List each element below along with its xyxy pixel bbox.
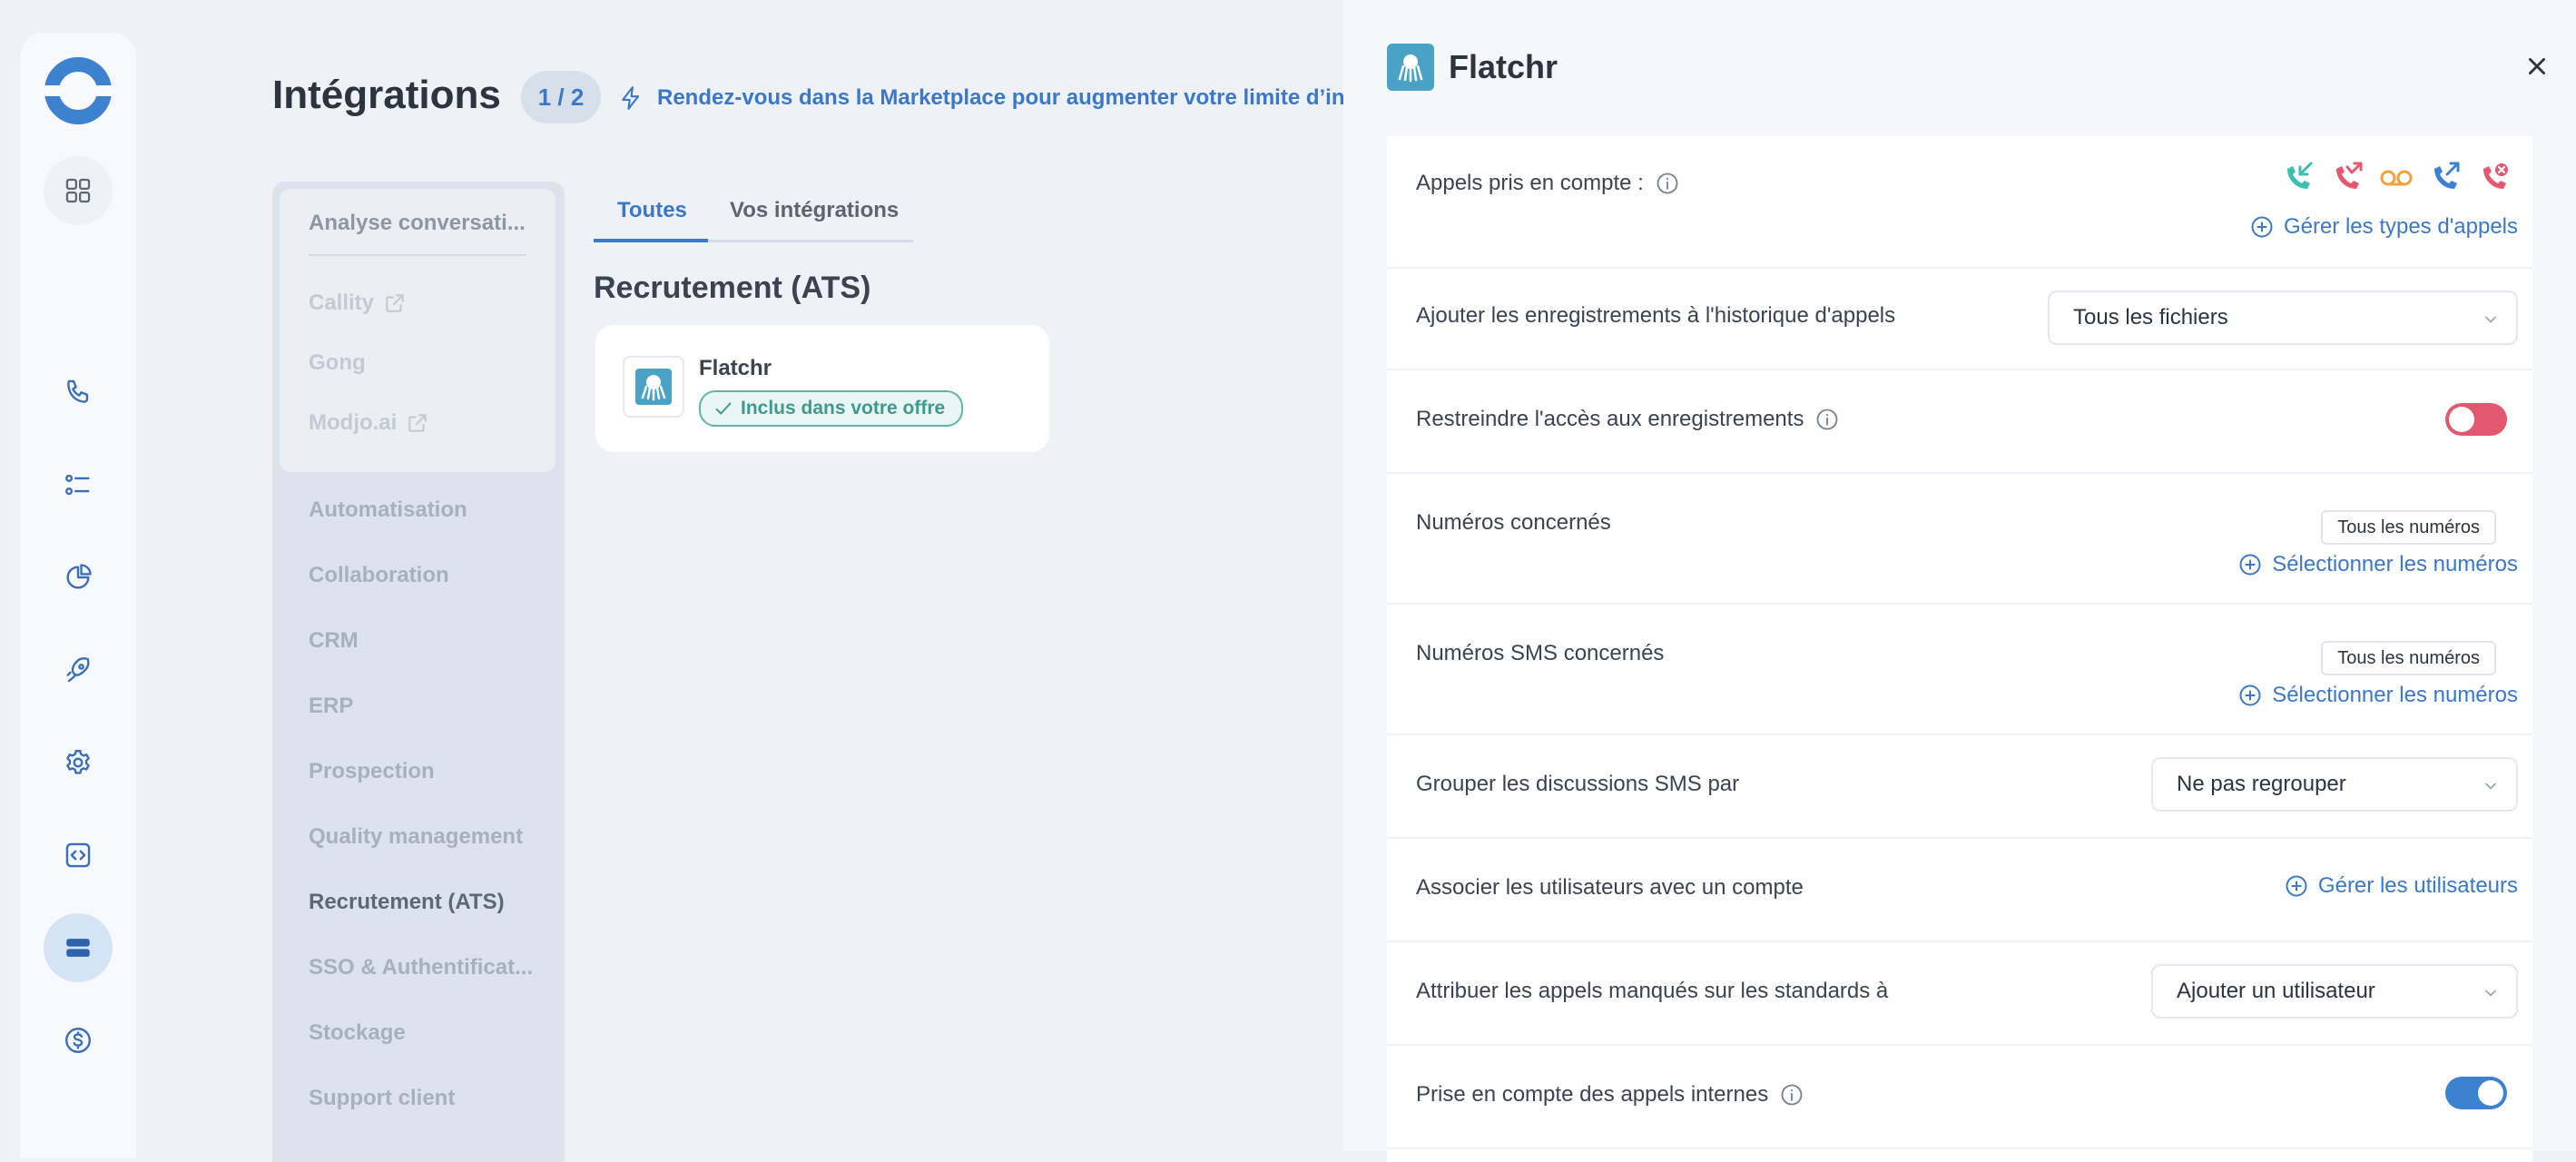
settings-list: Appels pris en compte : Gérer les types … — [1387, 136, 2532, 1162]
included-badge: Inclus dans votre offre — [699, 390, 964, 427]
drawer-title: Flatchr — [1449, 48, 1558, 85]
numbers-label: Numéros concernés — [1416, 510, 1611, 535]
category-crm[interactable]: CRM — [309, 628, 359, 654]
category-group-title[interactable]: Analyse conversati... — [309, 211, 526, 236]
active-tab-indicator — [594, 239, 708, 242]
lightning-icon — [622, 86, 640, 110]
row-sms-numbers: Numéros SMS concernés Tous les numéros S… — [1387, 603, 2532, 735]
category-support-client[interactable]: Support client — [309, 1086, 455, 1111]
info-icon[interactable] — [1655, 171, 1680, 196]
recordings-select[interactable]: Tous les fichiers — [2048, 290, 2518, 345]
rocket-icon[interactable] — [44, 635, 113, 704]
rejected-call-icon — [2483, 163, 2508, 189]
tab-toutes[interactable]: Toutes — [617, 198, 687, 223]
plus-circle-icon — [2239, 684, 2261, 706]
subcategory-gong[interactable]: Gong — [309, 350, 366, 376]
plus-circle-icon — [2286, 875, 2307, 897]
left-navigation-rail — [20, 33, 136, 1158]
row-missed-calls: Attribuer les appels manqués sur les sta… — [1387, 940, 2532, 1046]
manage-call-types-link[interactable]: Gérer les types d'appels — [2249, 214, 2518, 240]
row-associate-users: Associer les utilisateurs avec un compte… — [1387, 837, 2532, 942]
integration-drawer: Flatchr Appels pris en compte : Gérer le… — [1343, 0, 2576, 1162]
info-icon[interactable] — [1779, 1082, 1804, 1108]
chevron-down-icon — [2485, 990, 2496, 997]
tab-vos-integrations[interactable]: Vos intégrations — [730, 198, 899, 223]
external-link-icon — [386, 294, 404, 312]
category-erp[interactable]: ERP — [309, 694, 353, 719]
all-sms-numbers-chip: Tous les numéros — [2321, 641, 2496, 675]
subcategory-modjo[interactable]: Modjo.ai — [309, 410, 429, 436]
incoming-call-icon — [2287, 162, 2313, 189]
row-call-types: Appels pris en compte : Gérer les types … — [1387, 136, 2532, 269]
recordings-label: Ajouter les enregistrements à l'historiq… — [1416, 303, 1896, 328]
category-sso[interactable]: SSO & Authentificat... — [309, 955, 533, 980]
select-sms-numbers-link[interactable]: Sélectionner les numéros — [2237, 683, 2518, 708]
restrict-access-toggle[interactable] — [2445, 403, 2507, 436]
drawer-header: Flatchr — [1387, 44, 1558, 91]
all-numbers-chip: Tous les numéros — [2321, 510, 2496, 545]
missed-calls-select[interactable]: Ajouter un utilisateur — [2151, 964, 2518, 1019]
dollar-icon[interactable] — [44, 1006, 113, 1075]
category-group-conversation: Analyse conversati... Callity Gong Modjo… — [280, 189, 556, 472]
restrict-label: Restreindre l'accès aux enregistrements — [1416, 407, 1840, 432]
pie-chart-icon[interactable] — [44, 543, 113, 612]
internal-calls-label: Prise en compte des appels internes — [1416, 1082, 1804, 1108]
call-types-label: Appels pris en compte : — [1416, 171, 1680, 196]
row-group-sms: Grouper les discussions SMS par Ne pas r… — [1387, 734, 2532, 839]
category-collaboration[interactable]: Collaboration — [309, 563, 449, 588]
manage-users-link[interactable]: Gérer les utilisateurs — [2284, 873, 2518, 899]
plus-circle-icon — [2239, 554, 2261, 576]
chevron-down-icon — [2485, 783, 2496, 790]
marketplace-link[interactable]: Rendez-vous dans la Marketplace pour aug… — [617, 80, 1378, 116]
list-icon[interactable] — [44, 450, 113, 519]
gear-icon[interactable] — [44, 728, 113, 797]
grid-icon[interactable] — [44, 156, 113, 225]
associate-users-label: Associer les utilisateurs avec un compte — [1416, 875, 1804, 900]
voicemail-icon — [2380, 170, 2413, 186]
sms-numbers-label: Numéros SMS concernés — [1416, 641, 1665, 665]
external-link-icon — [408, 414, 428, 432]
integration-card-flatchr[interactable]: Flatchr Inclus dans votre offre — [595, 325, 1049, 452]
row-numbers: Numéros concernés Tous les numéros Sélec… — [1387, 472, 2532, 605]
close-icon[interactable] — [2522, 51, 2552, 82]
select-numbers-link[interactable]: Sélectionner les numéros — [2237, 552, 2518, 577]
plus-circle-icon — [2251, 216, 2273, 238]
toggle-knob — [2478, 1080, 2503, 1106]
category-panel: Analyse conversati... Callity Gong Modjo… — [272, 182, 565, 1162]
integration-count-badge: 1 / 2 — [521, 71, 601, 123]
section-title: Recrutement (ATS) — [594, 271, 871, 305]
group-sms-select[interactable]: Ne pas regrouper — [2151, 757, 2518, 812]
category-prospection[interactable]: Prospection — [309, 759, 435, 784]
flatchr-logo-icon — [623, 356, 684, 418]
group-sms-label: Grouper les discussions SMS par — [1416, 772, 1740, 796]
row-internal-calls: Prise en compte des appels internes — [1387, 1044, 2532, 1149]
category-quality-management[interactable]: Quality management — [309, 824, 523, 850]
internal-calls-toggle[interactable] — [2445, 1077, 2507, 1109]
logo-icon[interactable] — [42, 54, 114, 127]
row-restrict-access: Restreindre l'accès aux enregistrements — [1387, 369, 2532, 474]
integrations-icon[interactable] — [44, 913, 113, 982]
category-automatisation[interactable]: Automatisation — [309, 497, 467, 523]
subcategory-callity[interactable]: Callity — [309, 290, 407, 316]
integration-name: Flatchr — [699, 356, 772, 380]
toggle-knob — [2449, 407, 2474, 432]
category-recrutement[interactable]: Recrutement (ATS) — [309, 890, 505, 915]
category-stockage[interactable]: Stockage — [309, 1020, 406, 1046]
info-icon[interactable] — [1814, 407, 1840, 432]
phone-icon[interactable] — [44, 358, 113, 427]
divider — [309, 254, 526, 256]
missed-call-icon — [2336, 162, 2363, 189]
page-title: Intégrations — [272, 73, 501, 117]
row-recordings-history: Ajouter les enregistrements à l'historiq… — [1387, 267, 2532, 370]
code-icon[interactable] — [44, 821, 113, 890]
check-icon — [715, 402, 732, 415]
missed-calls-label: Attribuer les appels manqués sur les sta… — [1416, 979, 1889, 1003]
flatchr-logo-icon — [1387, 44, 1434, 91]
marketplace-text: Rendez-vous dans la Marketplace pour aug… — [657, 85, 1378, 110]
outgoing-call-icon — [2434, 162, 2460, 189]
integration-tabs: Toutes Vos intégrations — [594, 191, 913, 242]
chevron-down-icon — [2485, 316, 2496, 323]
call-type-icons — [2280, 160, 2512, 196]
